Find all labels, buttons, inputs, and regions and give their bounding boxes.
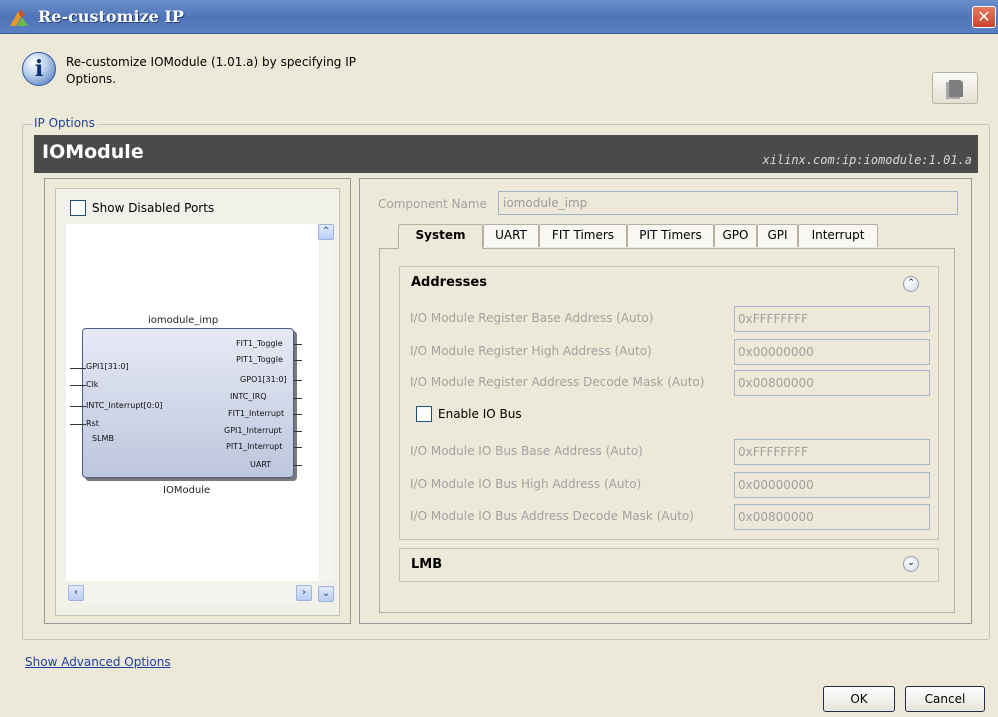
pin-line: [294, 431, 302, 432]
block-type-name: IOModule: [163, 485, 211, 496]
pin-label: Rst: [86, 419, 99, 428]
pin-line: [70, 406, 86, 407]
addresses-title: Addresses: [411, 275, 487, 290]
pin-label: GPI1_Interrupt: [224, 426, 282, 435]
pin-label: SLMB: [92, 434, 114, 443]
pin-line: [294, 447, 302, 448]
lmb-section: [399, 548, 939, 582]
dialog-description: Re-customize IOModule (1.01.a) by specif…: [66, 55, 357, 86]
pin-label: Clk: [86, 380, 99, 389]
documentation-button[interactable]: [932, 72, 978, 104]
horizontal-scrollbar[interactable]: ‹ ›: [66, 584, 318, 602]
expand-lmb-button[interactable]: ⌄: [903, 556, 919, 572]
io-bus-high-address-field[interactable]: 0x00000000: [734, 472, 930, 498]
pin-label: PIT1_Interrupt: [226, 442, 283, 451]
collapse-addresses-button[interactable]: ⌃: [903, 276, 919, 292]
pin-line: [294, 360, 302, 361]
tab-uart[interactable]: UART: [483, 224, 539, 247]
scroll-left-button[interactable]: ‹: [68, 585, 84, 601]
pin-label: INTC_Interrupt[0:0]: [86, 401, 163, 410]
register-high-address-field[interactable]: 0x00000000: [734, 339, 930, 365]
io-bus-base-address-field[interactable]: 0xFFFFFFFF: [734, 439, 930, 465]
tab-pit-timers[interactable]: PIT Timers: [627, 224, 714, 247]
pin-label: PIT1_Toggle: [236, 355, 283, 364]
io-bus-high-address-label: I/O Module IO Bus High Address (Auto): [410, 477, 642, 491]
pin-label: FIT1_Toggle: [236, 339, 283, 348]
io-bus-decode-mask-field[interactable]: 0x00800000: [734, 504, 930, 530]
pin-label: INTC_IRQ: [230, 392, 267, 401]
module-header: IOModule xilinx.com:ip:iomodule:1.01.a: [34, 135, 978, 173]
vertical-scrollbar[interactable]: ⌃: [318, 224, 334, 581]
tab-interrupt[interactable]: Interrupt: [798, 224, 878, 247]
show-disabled-ports-label: Show Disabled Ports: [92, 201, 215, 215]
register-base-address-label: I/O Module Register Base Address (Auto): [410, 311, 654, 325]
module-title: IOModule: [42, 141, 144, 163]
info-icon: i: [22, 52, 56, 86]
xilinx-logo-icon: [10, 10, 28, 26]
register-base-address-field[interactable]: 0xFFFFFFFF: [734, 306, 930, 332]
ok-button[interactable]: OK: [823, 686, 895, 712]
show-disabled-ports-checkbox[interactable]: [70, 200, 86, 216]
document-icon: [949, 80, 963, 97]
pin-line: [294, 380, 302, 381]
pin-label: GPO1[31:0]: [240, 375, 287, 384]
ip-options-legend: IP Options: [32, 116, 97, 130]
tab-gpi[interactable]: GPI: [757, 224, 798, 247]
tab-gpo[interactable]: GPO: [714, 224, 757, 247]
pin-label: UART: [250, 460, 272, 469]
tab-system[interactable]: System: [398, 224, 483, 249]
component-name-field[interactable]: iomodule_imp: [498, 191, 958, 215]
io-bus-base-address-label: I/O Module IO Bus Base Address (Auto): [410, 444, 643, 458]
scroll-up-button[interactable]: ⌃: [318, 224, 334, 240]
pin-line: [294, 414, 302, 415]
enable-io-bus-checkbox[interactable]: [416, 406, 432, 422]
window-title: Re-customize IP: [38, 7, 184, 26]
block-instance-name: iomodule_imp: [148, 315, 219, 326]
title-bar: Re-customize IP ✕: [0, 0, 998, 34]
show-advanced-options-link[interactable]: Show Advanced Options: [25, 655, 171, 669]
pin-line: [70, 424, 86, 425]
pin-line: [70, 368, 86, 369]
close-button[interactable]: ✕: [972, 6, 996, 28]
io-bus-decode-mask-label: I/O Module IO Bus Address Decode Mask (A…: [410, 509, 694, 523]
scroll-down-button[interactable]: ⌄: [318, 586, 334, 602]
tab-fit-timers[interactable]: FIT Timers: [539, 224, 627, 247]
enable-io-bus-label: Enable IO Bus: [438, 407, 522, 421]
register-decode-mask-field[interactable]: 0x00800000: [734, 370, 930, 396]
pin-line: [70, 385, 86, 386]
component-name-label: Component Name: [378, 197, 487, 211]
register-high-address-label: I/O Module Register High Address (Auto): [410, 344, 652, 358]
lmb-title: LMB: [411, 557, 443, 572]
pin-label: FIT1_Interrupt: [228, 409, 285, 418]
scroll-right-button[interactable]: ›: [296, 585, 312, 601]
module-vlnv: xilinx.com:ip:iomodule:1.01.a: [762, 153, 972, 167]
pin-line: [294, 465, 302, 466]
register-decode-mask-label: I/O Module Register Address Decode Mask …: [410, 375, 705, 389]
pin-label: GPI1[31:0]: [86, 362, 129, 371]
pin-line: [294, 398, 302, 399]
cancel-button[interactable]: Cancel: [905, 686, 985, 712]
pin-line: [294, 344, 302, 345]
